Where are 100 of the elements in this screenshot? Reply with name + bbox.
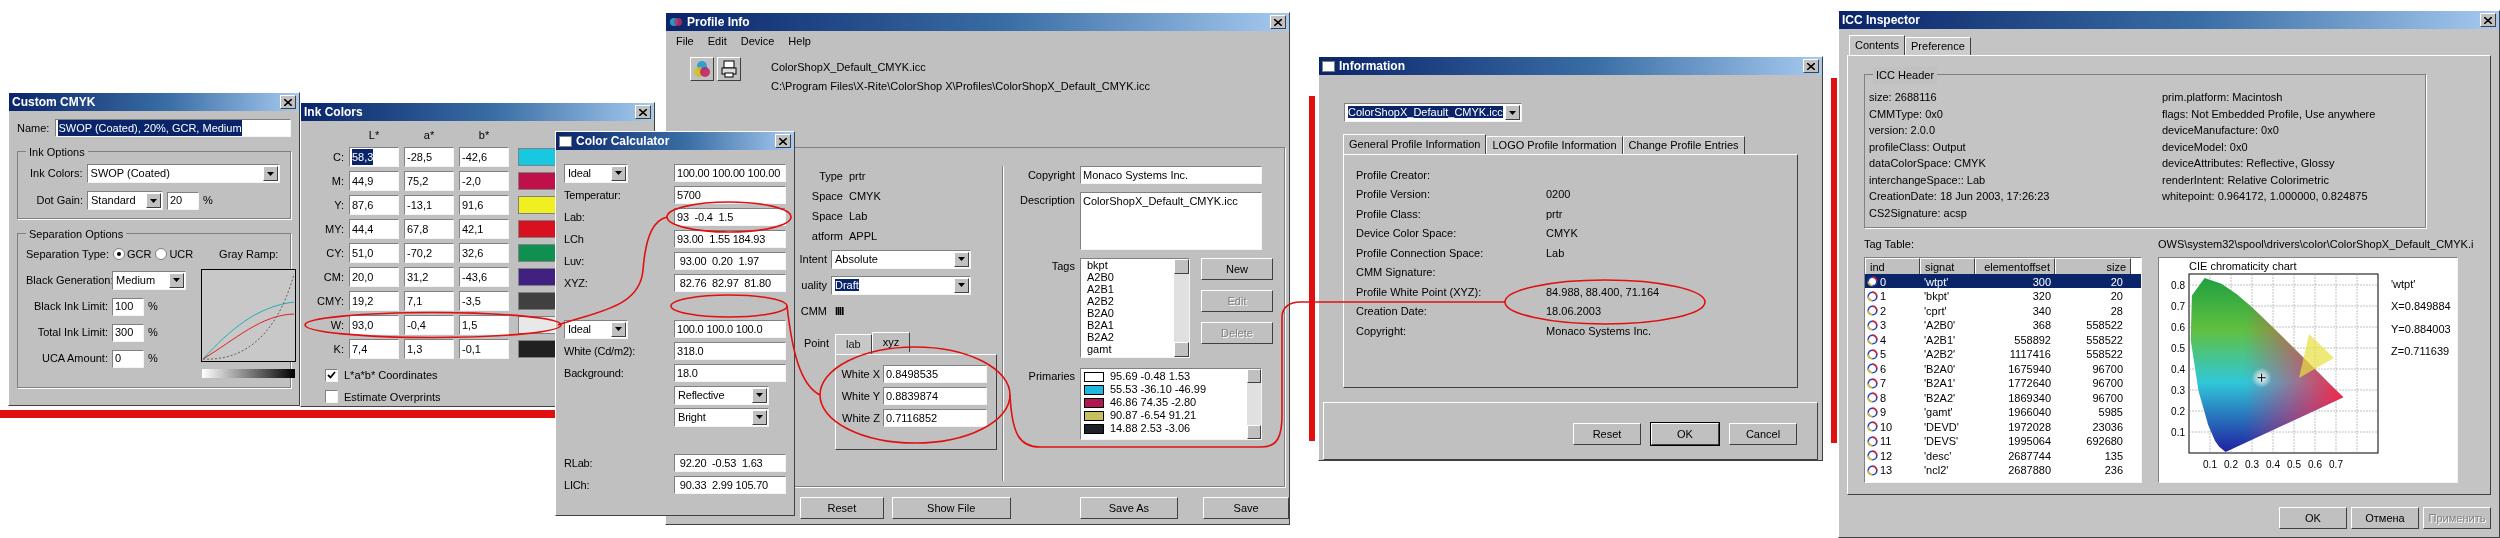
table-row[interactable]: 13 'ncl2' 2687880 236 [1865,462,2141,477]
text-field[interactable]: 44,4 [349,219,399,239]
dropdown[interactable]: Absolute [831,249,971,269]
menu-item[interactable]: File [676,32,694,50]
dropdown[interactable]: Medium [112,270,186,290]
table-row[interactable]: 9 'gamt' 1966040 5985 [1865,404,2141,419]
checkbox[interactable] [325,390,338,404]
list-item[interactable]: A2B2 [1087,295,1174,307]
close-button[interactable] [1803,59,1819,73]
dropdown[interactable]: Bright [674,407,769,427]
text-field[interactable]: 87,6 [349,195,399,215]
close-button[interactable] [635,105,651,119]
text-field[interactable]: 20,0 [349,267,399,287]
text-field[interactable]: 0.7116852 [883,409,987,427]
text-field[interactable]: 92.20 -0.53 1.63 [674,454,786,472]
text-field[interactable]: 42,1 [459,219,509,239]
text-field[interactable]: 32,6 [459,243,509,263]
ok-button[interactable]: OK [1651,423,1719,446]
text-field[interactable]: 5700 [674,186,786,204]
text-field[interactable]: 18.0 [674,364,786,382]
text-field[interactable]: -0,4 [404,315,454,335]
text-field[interactable]: 51,0 [349,243,399,263]
table-row[interactable]: 2 'cprt' 340 28 [1865,302,2141,317]
table-row[interactable]: 7 'B2A1' 1772640 96700 [1865,375,2141,390]
close-button[interactable] [280,95,296,109]
scrollbar[interactable] [1174,259,1189,357]
text-field[interactable]: SWOP (Coated), 20%, GCR, Medium [55,119,291,137]
list-item[interactable]: A2B1 [1087,283,1174,295]
table-row[interactable]: 1 'bkpt' 320 20 [1865,288,2141,303]
text-field[interactable]: -28,5 [404,147,454,167]
text-field[interactable]: -70,2 [404,243,454,263]
new-button[interactable]: New [1201,258,1273,280]
table-row[interactable]: 5 'A2B2' 1117416 558522 [1865,346,2141,361]
cancel-button[interactable]: Cancel [1729,423,1797,446]
text-field[interactable]: 75,2 [404,171,454,191]
list-box[interactable]: 95.69 -0.48 1.53 55.53 -36.10 -46.99 46.86 74.35 -2.80 90.87 -6.54 91.21 14.88 2.53 -3.06 [1080,368,1262,440]
ok-button[interactable]: OK [2279,507,2347,529]
text-field[interactable]: Monaco Systems Inc. [1080,166,1262,184]
text-area[interactable]: ColorShopX_Default_CMYK.icc [1080,192,1262,250]
table-row[interactable]: 3 'A2B0' 368 558522 [1865,317,2141,332]
show-file-button[interactable]: Show File [891,497,1011,519]
menu-item[interactable]: Help [788,32,811,50]
reset-button[interactable]: Reset [800,497,884,519]
list-item[interactable]: gamt [1087,343,1174,355]
text-field[interactable]: 93,0 [349,315,399,335]
text-field[interactable]: 100 [112,297,144,316]
radio-button[interactable] [155,248,168,261]
tab[interactable]: General Profile Information [1343,134,1487,154]
dropdown[interactable]: ColorShopX_Default_CMYK.icc [1344,103,1522,122]
close-button[interactable] [1270,15,1286,29]
dropdown[interactable]: Ideal [564,319,628,339]
dropdown[interactable]: SWOP (Coated) [86,164,280,183]
text-field[interactable]: 7,1 [404,291,454,311]
tab[interactable]: Change Profile Entries [1622,136,1745,154]
table-row[interactable]: 6 'B2A0' 1675940 96700 [1865,360,2141,375]
text-field[interactable]: 67,8 [404,219,454,239]
text-field[interactable]: 7,4 [349,339,399,359]
list-item[interactable]: B2A0 [1087,307,1174,319]
dropdown[interactable]: Standard [87,191,163,210]
text-field[interactable]: 19,2 [349,291,399,311]
table-row[interactable]: 12 'desc' 2687744 135 [1865,447,2141,462]
table-row[interactable]: 11 'DEVS' 1995064 692680 [1865,433,2141,448]
printer-icon[interactable] [717,57,741,81]
scrollbar[interactable] [1247,369,1261,439]
text-field[interactable]: 20 [167,191,199,210]
text-field[interactable]: 0 [112,349,144,368]
text-field[interactable]: 93.00 0.20 1.97 [674,252,786,270]
table-row[interactable]: 8 'B2A2' 1869340 96700 [1865,389,2141,404]
text-field[interactable]: 1,3 [404,339,454,359]
text-field[interactable]: -3,5 [459,291,509,311]
tab[interactable]: Contents [1849,35,1906,55]
text-field[interactable]: -43,6 [459,267,509,287]
tab[interactable]: lab [835,334,872,354]
text-field[interactable]: -2,0 [459,171,509,191]
checkbox[interactable] [325,368,338,382]
reset-button[interactable]: Reset [1573,423,1641,446]
dropdown[interactable]: Draft [831,275,971,295]
table-row[interactable]: 10 'DEVD' 1972028 23036 [1865,418,2141,433]
text-field[interactable]: 100.00 100.00 100.00 [674,164,786,182]
text-field[interactable]: -13,1 [404,195,454,215]
close-button[interactable] [2480,13,2496,27]
radio-button[interactable] [112,248,125,261]
text-field[interactable]: 1,5 [459,315,509,335]
dropdown[interactable]: Reflective [674,385,769,405]
text-field[interactable]: 82.76 82.97 81.80 [674,274,786,292]
text-field[interactable]: 93 -0.4 1.5 [674,208,786,226]
text-field[interactable]: 0.8498535 [883,365,987,383]
text-field[interactable]: 93.00 1.55 184.93 [674,230,786,248]
menu-item[interactable]: Device [740,32,775,50]
text-field[interactable]: -0,1 [459,339,509,359]
list-item[interactable]: B2A2 [1087,331,1174,343]
menu-item[interactable]: Edit [707,32,727,50]
text-field[interactable]: 31,2 [404,267,454,287]
text-field[interactable]: 44,9 [349,171,399,191]
text-field[interactable]: 100.0 100.0 100.0 [674,320,786,338]
dropdown[interactable]: Ideal [564,163,628,183]
close-button[interactable] [775,134,791,148]
tab[interactable]: LOGO Profile Information [1486,136,1623,154]
text-field[interactable]: 318.0 [674,342,786,360]
list-box[interactable]: bkpt A2B0 A2B1 A2B2 B2A0 B2A1 B2A2 gamt [1080,258,1190,358]
